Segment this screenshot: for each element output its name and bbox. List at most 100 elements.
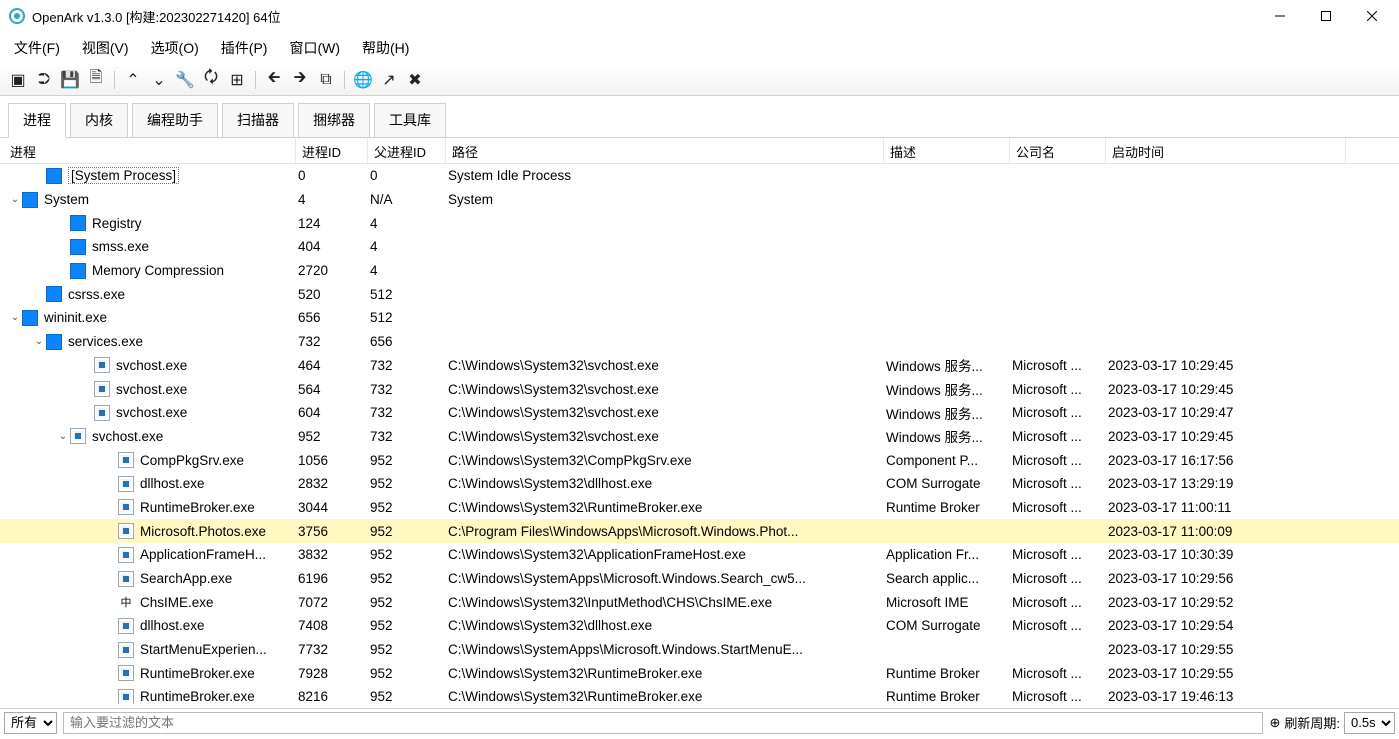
refresh-period-select[interactable]: 0.5s [1344, 712, 1395, 734]
tab-scanner[interactable]: 扫描器 [222, 103, 294, 138]
menu-view[interactable]: 视图(V) [78, 36, 133, 60]
toolbar-down-icon[interactable]: ⌄ [149, 70, 169, 90]
toolbar-wrench-icon[interactable]: 🔧 [175, 70, 195, 90]
toolbar-grid-icon[interactable]: ⊞ [227, 70, 247, 90]
process-row[interactable]: Microsoft.Photos.exe3756952C:\Program Fi… [0, 519, 1399, 543]
process-row[interactable]: [System Process]00System Idle Process [0, 164, 1399, 188]
toolbar-forward-icon[interactable]: 🡲 [290, 70, 310, 90]
process-desc: Component P... [880, 452, 1006, 469]
process-row[interactable]: StartMenuExperien...7732952C:\Windows\Sy… [0, 638, 1399, 662]
process-row[interactable]: csrss.exe520512 [0, 282, 1399, 306]
menu-bar: 文件(F) 视图(V) 选项(O) 插件(P) 窗口(W) 帮助(H) [0, 32, 1399, 66]
process-row[interactable]: ⌄services.exe732656 [0, 330, 1399, 354]
process-row[interactable]: ApplicationFrameH...3832952C:\Windows\Sy… [0, 543, 1399, 567]
process-row[interactable]: smss.exe4044 [0, 235, 1399, 259]
toolbar-refresh-icon[interactable]: 🗘 [201, 70, 221, 90]
disclosure-toggle[interactable]: ⌄ [8, 194, 22, 205]
process-row[interactable]: Memory Compression27204 [0, 259, 1399, 283]
process-name: smss.exe [92, 239, 149, 254]
toolbar-back-icon[interactable]: 🡰 [264, 70, 284, 90]
disclosure-toggle[interactable]: ⌄ [56, 431, 70, 442]
process-ppid: 952 [364, 617, 442, 634]
tab-process[interactable]: 进程 [8, 103, 66, 138]
process-row[interactable]: ⌄svchost.exe952732C:\Windows\System32\sv… [0, 425, 1399, 449]
filter-scope-select[interactable]: 所有 [4, 712, 57, 734]
process-tree-body[interactable]: [System Process]00System Idle Process⌄Sy… [0, 164, 1399, 704]
process-ppid: 0 [364, 167, 442, 184]
process-row[interactable]: dllhost.exe2832952C:\Windows\System32\dl… [0, 472, 1399, 496]
minimize-button[interactable] [1257, 0, 1303, 32]
process-name: Registry [92, 216, 142, 231]
process-row[interactable]: RuntimeBroker.exe3044952C:\Windows\Syste… [0, 496, 1399, 520]
col-company[interactable]: 公司名 [1010, 138, 1106, 163]
process-row[interactable]: svchost.exe464732C:\Windows\System32\svc… [0, 354, 1399, 378]
target-icon[interactable]: ⊕ [1269, 715, 1280, 731]
col-pid[interactable]: 进程ID [296, 138, 368, 163]
toolbar-newdoc-icon[interactable]: 🗎 [86, 70, 106, 90]
tab-coder[interactable]: 编程助手 [132, 103, 218, 138]
process-ppid: 512 [364, 286, 442, 303]
toolbar-globe-icon[interactable]: 🌐 [353, 70, 373, 90]
process-system-icon [22, 310, 38, 326]
process-pid: 656 [292, 309, 364, 326]
process-desc: Windows 服务... [880, 354, 1006, 376]
menu-file[interactable]: 文件(F) [10, 36, 64, 60]
menu-option[interactable]: 选项(O) [147, 36, 203, 60]
process-system-icon [46, 168, 62, 184]
process-desc: Windows 服务... [880, 425, 1006, 447]
process-name: ChsIME.exe [140, 595, 214, 610]
process-start: 2023-03-17 10:29:45 [1102, 381, 1342, 398]
col-ppid[interactable]: 父进程ID [368, 138, 446, 163]
disclosure-toggle[interactable]: ⌄ [32, 336, 46, 347]
process-row[interactable]: Registry1244 [0, 211, 1399, 235]
menu-window[interactable]: 窗口(W) [285, 36, 344, 60]
process-ppid: 512 [364, 309, 442, 326]
col-desc[interactable]: 描述 [884, 138, 1010, 163]
toolbar-up-icon[interactable]: ⌃ [123, 70, 143, 90]
disclosure-toggle[interactable]: ⌄ [8, 312, 22, 323]
col-process[interactable]: 进程 [4, 138, 296, 163]
process-start: 2023-03-17 16:17:56 [1102, 452, 1342, 469]
tab-kernel[interactable]: 内核 [70, 103, 128, 138]
close-button[interactable] [1349, 0, 1395, 32]
process-row[interactable]: CompPkgSrv.exe1056952C:\Windows\System32… [0, 448, 1399, 472]
filter-input[interactable] [63, 712, 1263, 734]
tab-toolslib[interactable]: 工具库 [374, 103, 446, 138]
menu-plugin[interactable]: 插件(P) [217, 36, 272, 60]
process-row[interactable]: RuntimeBroker.exe8216952C:\Windows\Syste… [0, 685, 1399, 704]
process-start: 2023-03-17 10:29:55 [1102, 641, 1342, 658]
process-start: 2023-03-17 10:29:54 [1102, 617, 1342, 634]
process-desc [880, 293, 1006, 295]
toolbar-open-icon[interactable]: ⮊ [34, 70, 54, 90]
toolbar-save-icon[interactable]: 💾 [60, 70, 80, 90]
process-ppid: 732 [364, 404, 442, 421]
process-ppid: 4 [364, 262, 442, 279]
process-desc [880, 341, 1006, 343]
process-row[interactable]: svchost.exe604732C:\Windows\System32\svc… [0, 401, 1399, 425]
process-company [1006, 199, 1102, 201]
toolbar-cmd-icon[interactable]: ▣ [8, 70, 28, 90]
process-pid: 124 [292, 215, 364, 232]
col-path[interactable]: 路径 [446, 138, 884, 163]
maximize-button[interactable] [1303, 0, 1349, 32]
process-row[interactable]: ⌄System4N/ASystem [0, 188, 1399, 212]
process-path [442, 341, 880, 343]
process-name: SearchApp.exe [140, 571, 232, 586]
menu-help[interactable]: 帮助(H) [358, 36, 413, 60]
toolbar-send-icon[interactable]: ↗ [379, 70, 399, 90]
process-row[interactable]: SearchApp.exe6196952C:\Windows\SystemApp… [0, 567, 1399, 591]
process-row[interactable]: ⌄wininit.exe656512 [0, 306, 1399, 330]
process-company: Microsoft ... [1006, 499, 1102, 516]
process-company [1006, 649, 1102, 651]
tab-bundler[interactable]: 捆绑器 [298, 103, 370, 138]
toolbar-close-icon[interactable]: ✖ [405, 70, 425, 90]
process-start [1102, 222, 1342, 224]
process-company: Microsoft ... [1006, 665, 1102, 682]
process-start: 2023-03-17 10:29:56 [1102, 570, 1342, 587]
process-row[interactable]: svchost.exe564732C:\Windows\System32\svc… [0, 377, 1399, 401]
toolbar-map-icon[interactable]: ⧉ [316, 70, 336, 90]
process-row[interactable]: dllhost.exe7408952C:\Windows\System32\dl… [0, 614, 1399, 638]
process-row[interactable]: 中ChsIME.exe7072952C:\Windows\System32\In… [0, 590, 1399, 614]
col-start[interactable]: 启动时间 [1106, 138, 1346, 163]
process-row[interactable]: RuntimeBroker.exe7928952C:\Windows\Syste… [0, 661, 1399, 685]
